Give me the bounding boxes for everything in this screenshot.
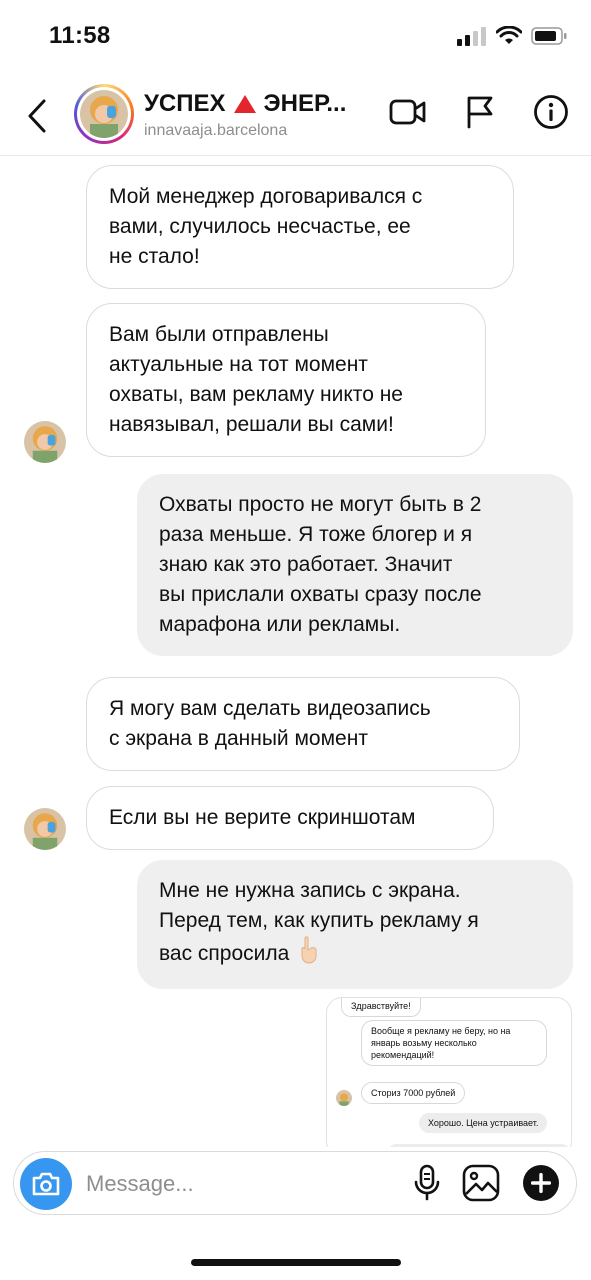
chevron-left-icon — [28, 99, 46, 133]
embedded-avatar — [336, 1090, 352, 1106]
incoming-message[interactable]: Вам были отправлены актуальные на тот мо… — [86, 303, 486, 457]
story-avatar[interactable] — [74, 84, 134, 144]
sender-avatar[interactable] — [24, 808, 66, 850]
gallery-icon[interactable] — [462, 1164, 500, 1202]
message-composer — [13, 1151, 577, 1215]
add-plus-icon[interactable] — [522, 1164, 560, 1202]
avatar — [80, 90, 128, 138]
sender-avatar[interactable] — [24, 421, 66, 463]
outgoing-message[interactable]: Охваты просто не могут быть в 2 раза мен… — [137, 474, 573, 656]
header-actions — [389, 94, 569, 130]
status-icons — [457, 26, 567, 46]
incoming-message[interactable]: Мой менеджер договаривался с вами, случи… — [86, 165, 514, 289]
embedded-screenshot[interactable]: Здравствуйте! Вообще я рекламу не беру, … — [326, 997, 572, 1147]
message-list[interactable]: Мой менеджер договаривался с вами, случи… — [0, 157, 591, 1147]
chat-username: innavaaja.barcelona — [144, 122, 288, 139]
message-row: Охваты просто не могут быть в 2 раза мен… — [137, 474, 573, 656]
embedded-message: Здравствуйте! — [341, 998, 421, 1017]
chat-title[interactable]: УСПЕХ ЭНЕР... — [144, 90, 346, 118]
embedded-message-partial — [389, 1144, 569, 1147]
back-button[interactable] — [22, 96, 52, 136]
wifi-icon — [496, 26, 522, 44]
embedded-message: Хорошо. Цена устраивает. — [419, 1113, 548, 1133]
status-time: 11:58 — [49, 22, 111, 49]
flag-icon[interactable] — [465, 95, 495, 129]
composer-actions — [414, 1164, 560, 1202]
home-indicator[interactable] — [191, 1259, 401, 1266]
message-row: Я могу вам сделать видеозапись с экрана … — [86, 677, 520, 771]
chat-header: УСПЕХ ЭНЕР... innavaaja.barcelona — [0, 76, 591, 156]
message-row: Мне не нужна запись с экрана. Перед тем,… — [137, 860, 573, 989]
message-row: Вам были отправлены актуальные на тот мо… — [86, 303, 486, 457]
camera-button[interactable] — [20, 1158, 72, 1210]
signal-icon — [457, 27, 486, 46]
embedded-message: Вообще я рекламу не беру, но на январь в… — [361, 1020, 547, 1066]
status-bar: 11:58 — [0, 0, 591, 76]
message-row: Мой менеджер договаривался с вами, случи… — [86, 165, 514, 289]
video-call-icon[interactable] — [389, 97, 427, 127]
microphone-icon[interactable] — [414, 1164, 440, 1202]
message-input[interactable] — [86, 1164, 366, 1204]
message-row: Если вы не верите скриншотам — [86, 786, 494, 850]
incoming-message[interactable]: Я могу вам сделать видеозапись с экрана … — [86, 677, 520, 771]
chat-title-part2: ЭНЕР... — [263, 90, 347, 117]
embedded-message: Сториз 7000 рублей — [361, 1082, 466, 1104]
camera-icon — [32, 1172, 60, 1196]
warning-triangle-icon — [233, 95, 256, 113]
pointing-down-hand-icon — [297, 936, 321, 973]
outgoing-message[interactable]: Мне не нужна запись с экрана. Перед тем,… — [137, 860, 573, 989]
info-icon[interactable] — [533, 94, 569, 130]
incoming-message[interactable]: Если вы не верите скриншотам — [86, 786, 494, 850]
battery-icon — [531, 27, 567, 45]
chat-title-part1: УСПЕХ — [144, 90, 226, 117]
